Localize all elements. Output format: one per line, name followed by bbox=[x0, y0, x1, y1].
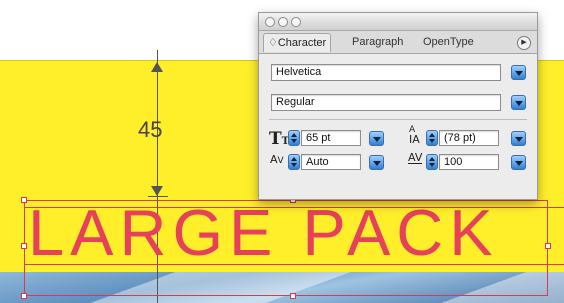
zoom-button[interactable] bbox=[291, 17, 301, 27]
leading-field[interactable]: (78 pt) bbox=[439, 130, 499, 146]
font-size-dropdown[interactable] bbox=[369, 131, 384, 146]
selection-handle[interactable] bbox=[290, 293, 296, 299]
close-button[interactable] bbox=[265, 17, 275, 27]
selection-handle[interactable] bbox=[21, 197, 27, 203]
leading-stepper[interactable] bbox=[426, 130, 438, 146]
tab-opentype[interactable]: OpenType bbox=[419, 33, 478, 51]
font-family-dropdown[interactable] bbox=[511, 65, 526, 80]
measurement-label: 45 bbox=[138, 117, 163, 142]
panel-titlebar[interactable] bbox=[259, 13, 537, 31]
font-style-dropdown[interactable] bbox=[511, 95, 526, 110]
tracking-stepper[interactable] bbox=[426, 154, 438, 170]
panel-menu-button[interactable]: ▶ bbox=[517, 36, 531, 50]
kerning-stepper[interactable] bbox=[288, 154, 300, 170]
selection-handle[interactable] bbox=[545, 243, 551, 249]
tab-paragraph[interactable]: Paragraph bbox=[348, 33, 407, 51]
character-panel: OpenType Paragraph ♢Character ▶ Helvetic… bbox=[258, 12, 538, 200]
selection-handle[interactable] bbox=[21, 293, 27, 299]
up-arrow-icon bbox=[151, 62, 163, 72]
tab-character[interactable]: ♢Character bbox=[263, 33, 332, 52]
font-size-icon: TT bbox=[269, 129, 290, 149]
panel-separator bbox=[269, 119, 527, 120]
down-arrow-icon bbox=[151, 186, 163, 196]
leading-dropdown[interactable] bbox=[511, 131, 526, 146]
selection-handle[interactable] bbox=[21, 243, 27, 249]
minimize-button[interactable] bbox=[278, 17, 288, 27]
font-size-field[interactable]: 65 pt bbox=[301, 130, 361, 146]
tracking-dropdown[interactable] bbox=[511, 155, 526, 170]
leading-icon: A IA bbox=[409, 125, 420, 146]
kerning-field[interactable]: Auto bbox=[301, 154, 361, 170]
font-size-stepper[interactable] bbox=[288, 130, 300, 146]
headline-text[interactable]: LARGE PACK bbox=[28, 198, 499, 268]
font-family-field[interactable]: Helvetica bbox=[271, 64, 501, 81]
kerning-icon: AV bbox=[270, 153, 284, 166]
kerning-dropdown[interactable] bbox=[369, 155, 384, 170]
panel-tabs: OpenType Paragraph ♢Character ▶ bbox=[259, 31, 537, 54]
tracking-field[interactable]: 100 bbox=[439, 154, 499, 170]
font-style-field[interactable]: Regular bbox=[271, 94, 501, 111]
tracking-icon: AV bbox=[408, 151, 423, 164]
